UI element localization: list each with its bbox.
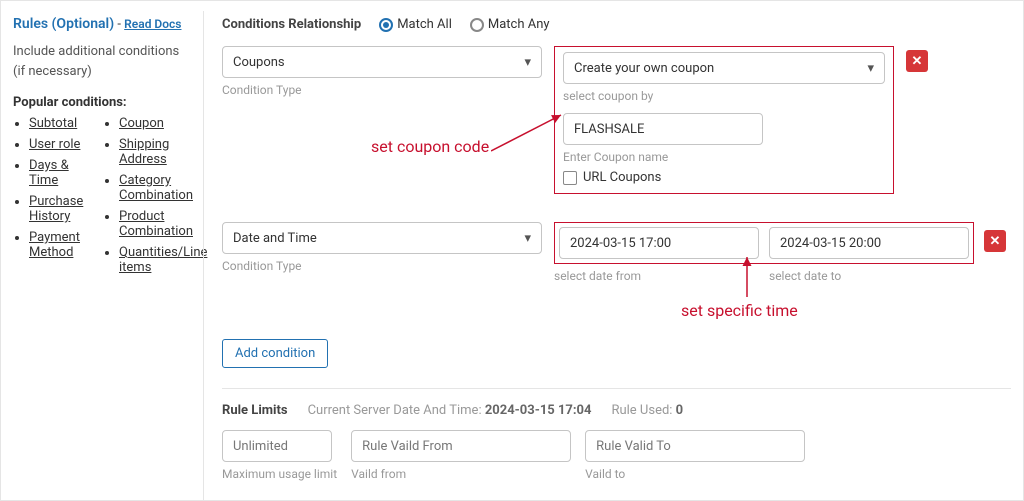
divider bbox=[222, 388, 1011, 389]
chevron-down-icon: ▾ bbox=[867, 61, 874, 76]
server-time-text: Current Server Date And Time: 2024-03-15… bbox=[308, 403, 592, 418]
cond-link-category-combination[interactable]: Category Combination bbox=[119, 173, 193, 203]
radio-icon bbox=[470, 18, 484, 32]
chevron-down-icon: ▾ bbox=[524, 231, 531, 246]
cond-link-subtotal[interactable]: Subtotal bbox=[29, 116, 77, 131]
close-icon: ✕ bbox=[912, 54, 923, 69]
cond-link-product-combination[interactable]: Product Combination bbox=[119, 209, 193, 239]
rule-valid-to-input[interactable]: Rule Valid To bbox=[585, 430, 805, 462]
date-from-input[interactable]: 2024-03-15 17:00 bbox=[559, 227, 759, 259]
main-panel: Conditions Relationship Match All Match … bbox=[203, 11, 1011, 500]
coupon-method-select[interactable]: Create your own coupon ▾ bbox=[563, 52, 885, 84]
condition-type-select[interactable]: Coupons ▾ bbox=[222, 46, 542, 78]
coupon-config-highlight: Create your own coupon ▾ select coupon b… bbox=[554, 46, 894, 194]
cond-link-coupon[interactable]: Coupon bbox=[119, 116, 164, 131]
popular-conditions-label: Popular conditions: bbox=[13, 95, 193, 110]
radio-match-any[interactable]: Match Any bbox=[470, 17, 550, 32]
cond-link-quantities-line-items[interactable]: Quantities/Line items bbox=[119, 245, 207, 275]
url-coupons-label: URL Coupons bbox=[583, 170, 661, 185]
read-docs-link[interactable]: Read Docs bbox=[124, 17, 181, 31]
delete-condition-button[interactable]: ✕ bbox=[984, 230, 1006, 252]
rule-limits-header: Rule Limits Current Server Date And Time… bbox=[222, 403, 1011, 418]
usage-limit-input[interactable]: Unlimited bbox=[222, 430, 332, 462]
date-to-hint: select date to bbox=[769, 269, 974, 283]
cond-link-payment-method[interactable]: Payment Method bbox=[29, 230, 80, 260]
date-to-input[interactable]: 2024-03-15 20:00 bbox=[769, 227, 969, 259]
url-coupons-checkbox[interactable] bbox=[563, 171, 577, 185]
cond-link-shipping-address[interactable]: Shipping Address bbox=[119, 137, 169, 167]
conditions-relationship-label: Conditions Relationship bbox=[222, 17, 361, 32]
add-condition-button[interactable]: Add condition bbox=[222, 339, 328, 368]
rule-valid-from-input[interactable]: Rule Vaild From bbox=[351, 430, 571, 462]
condition-row-coupons: Coupons ▾ Condition Type Create your own… bbox=[222, 46, 1011, 194]
coupon-name-hint: Enter Coupon name bbox=[563, 150, 885, 164]
chevron-down-icon: ▾ bbox=[524, 55, 531, 70]
cond-link-purchase-history[interactable]: Purchase History bbox=[29, 194, 83, 224]
usage-limit-hint: Maximum usage limit bbox=[222, 467, 337, 481]
sidebar: Rules (Optional) - Read Docs Include add… bbox=[13, 11, 203, 500]
cond-link-days-time[interactable]: Days & Time bbox=[29, 158, 69, 188]
delete-condition-button[interactable]: ✕ bbox=[906, 50, 928, 72]
date-from-hint: select date from bbox=[554, 269, 759, 283]
rules-title: Rules (Optional) bbox=[13, 16, 114, 32]
rules-description: Include additional conditions (if necess… bbox=[13, 42, 193, 81]
close-icon: ✕ bbox=[990, 234, 1001, 249]
condition-row-datetime: Date and Time ▾ Condition Type 2024-03-1… bbox=[222, 222, 1011, 283]
condition-type-select[interactable]: Date and Time ▾ bbox=[222, 222, 542, 254]
coupon-code-input[interactable]: FLASHSALE bbox=[563, 113, 763, 145]
rules-heading: Rules (Optional) - Read Docs bbox=[13, 16, 193, 32]
condition-type-hint: Condition Type bbox=[222, 83, 542, 97]
valid-from-hint: Vaild from bbox=[351, 467, 571, 481]
radio-icon bbox=[379, 18, 393, 32]
radio-match-all[interactable]: Match All bbox=[379, 17, 452, 32]
rule-limits-title: Rule Limits bbox=[222, 403, 288, 418]
datetime-highlight: 2024-03-15 17:00 2024-03-15 20:00 bbox=[554, 222, 974, 264]
condition-type-hint: Condition Type bbox=[222, 259, 542, 273]
rule-limits-row: Unlimited Maximum usage limit Rule Vaild… bbox=[222, 430, 1011, 481]
cond-link-user-role[interactable]: User role bbox=[29, 137, 80, 152]
popular-conditions-lists: Subtotal User role Days & Time Purchase … bbox=[13, 116, 193, 281]
conditions-relationship-row: Conditions Relationship Match All Match … bbox=[222, 11, 1011, 46]
rule-used-text: Rule Used: 0 bbox=[611, 403, 683, 418]
valid-to-hint: Vaild to bbox=[585, 467, 805, 481]
coupon-method-hint: select coupon by bbox=[563, 89, 885, 103]
